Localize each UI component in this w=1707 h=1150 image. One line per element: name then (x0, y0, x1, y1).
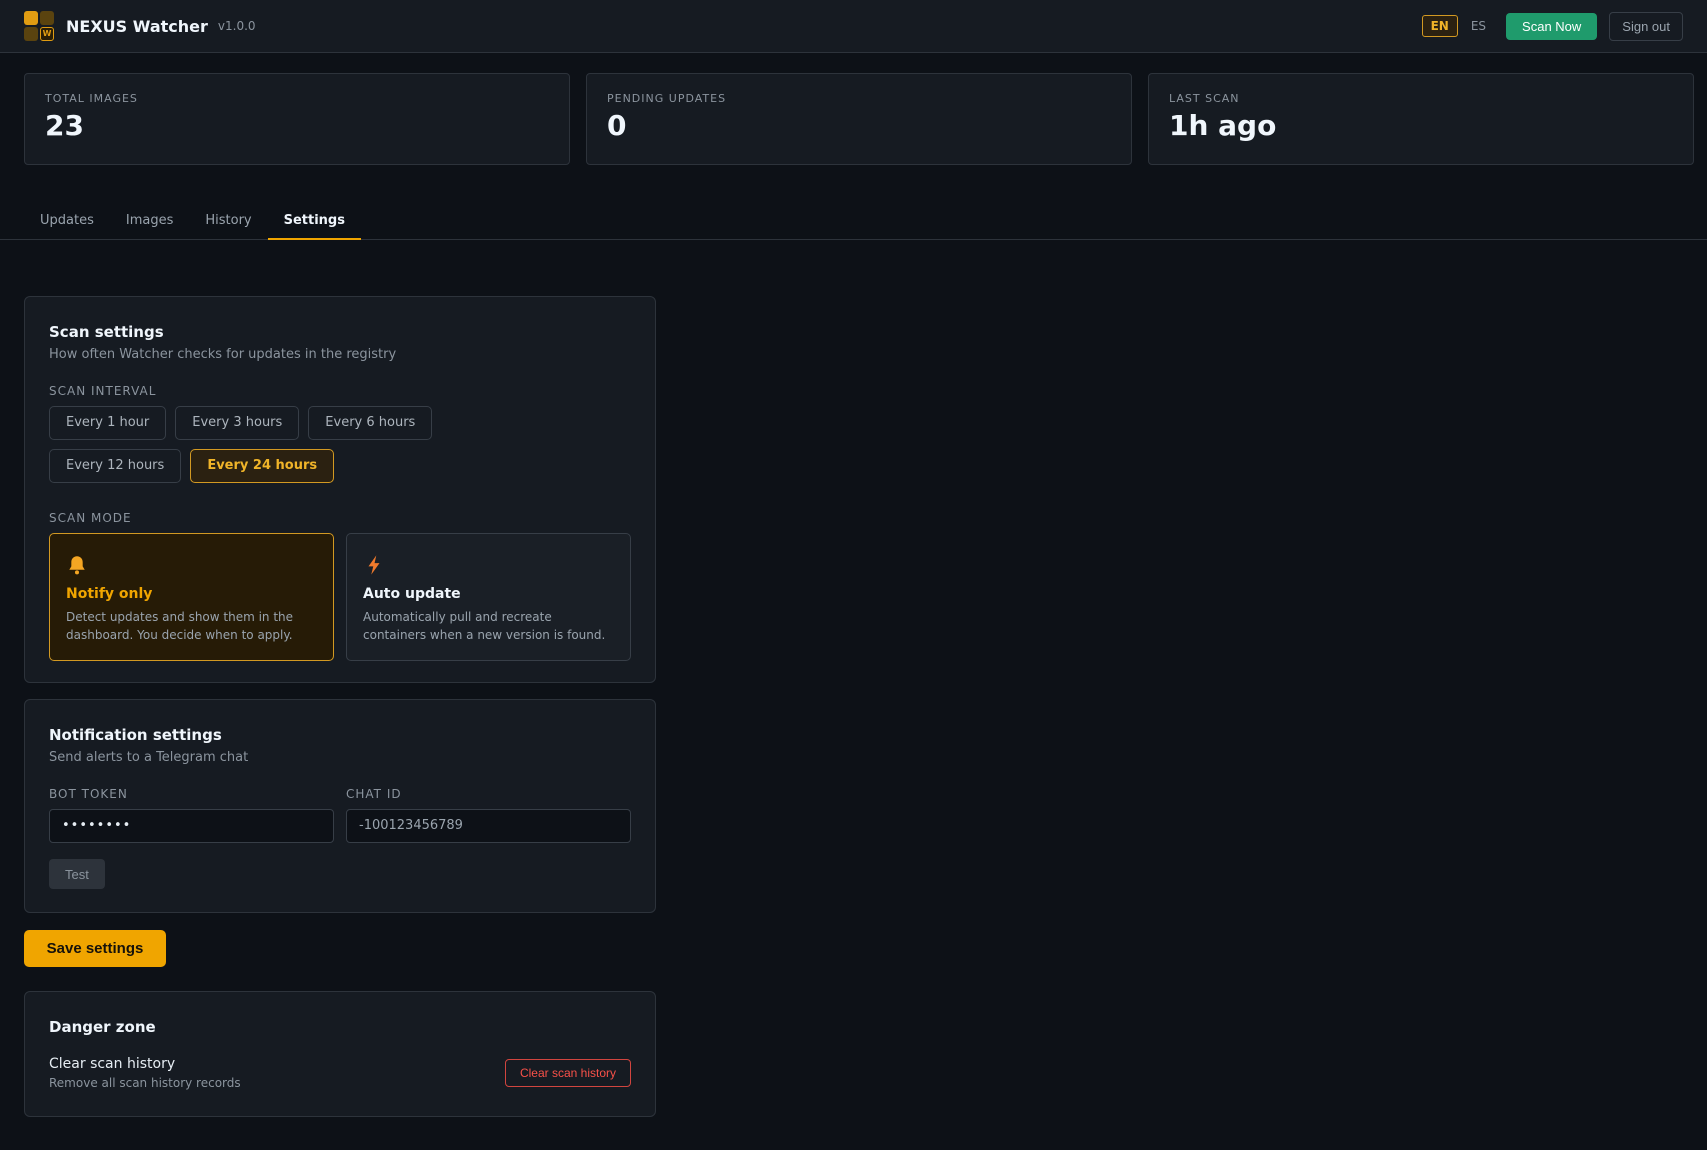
notification-settings-card: Notification settings Send alerts to a T… (24, 699, 656, 913)
chat-id-label: CHAT ID (346, 787, 402, 801)
stat-label: PENDING UPDATES (607, 92, 727, 105)
interval-option-24h[interactable]: Every 24 hours (190, 449, 335, 483)
app-version: v1.0.0 (217, 19, 256, 33)
save-settings-button[interactable]: Save settings (24, 930, 166, 967)
card-title: Notification settings (49, 726, 222, 744)
card-subtitle: How often Watcher checks for updates in … (49, 347, 397, 362)
card-title: Scan settings (49, 323, 164, 341)
main-tabs: Updates Images History Settings (0, 204, 1707, 240)
danger-item: Clear scan history Remove all scan histo… (49, 1056, 631, 1090)
interval-option-12h[interactable]: Every 12 hours (49, 449, 182, 483)
test-notification-button[interactable]: Test (49, 859, 105, 889)
bot-token-field[interactable]: •••••••• (49, 809, 334, 843)
danger-item-text: Clear scan history Remove all scan histo… (49, 1056, 241, 1090)
stat-card-total-images: TOTAL IMAGES 23 (24, 73, 570, 165)
chat-id-group: CHAT ID -100123456789 (346, 787, 631, 843)
stat-value: 1h ago (1169, 109, 1277, 142)
scan-settings-card: Scan settings How often Watcher checks f… (24, 296, 656, 683)
stat-value: 23 (45, 109, 84, 142)
language-en-button[interactable]: EN (1421, 15, 1458, 37)
scan-interval-label: SCAN INTERVAL (49, 384, 157, 398)
tab-images[interactable]: Images (110, 204, 190, 240)
chat-id-field[interactable]: -100123456789 (346, 809, 631, 843)
mode-option-auto-update[interactable]: Auto update Automatically pull and recre… (346, 533, 631, 661)
mode-description: Detect updates and show them in the dash… (66, 610, 294, 642)
scan-interval-options: Every 1 hour Every 3 hours Every 6 hours… (49, 406, 569, 483)
tab-history[interactable]: History (189, 204, 267, 240)
mode-option-notify-only[interactable]: Notify only Detect updates and show them… (49, 533, 334, 661)
tab-updates[interactable]: Updates (24, 204, 110, 240)
sign-out-button[interactable]: Sign out (1609, 11, 1683, 41)
scan-now-button[interactable]: Scan Now (1506, 12, 1598, 40)
card-subtitle: Send alerts to a Telegram chat (49, 750, 249, 765)
interval-option-6h[interactable]: Every 6 hours (308, 406, 433, 440)
nexus-logo-icon: W (24, 11, 54, 41)
stat-value: 0 (607, 109, 627, 142)
interval-option-3h[interactable]: Every 3 hours (175, 406, 300, 440)
mode-description: Automatically pull and recreate containe… (363, 610, 606, 642)
clear-scan-history-button[interactable]: Clear scan history (504, 1059, 631, 1087)
lightning-icon (368, 555, 380, 575)
card-title: Danger zone (49, 1018, 156, 1036)
stat-label: LAST SCAN (1169, 92, 1240, 105)
mode-title: Auto update (363, 586, 461, 602)
scan-mode-options: Notify only Detect updates and show them… (49, 533, 631, 661)
stat-card-pending-updates: PENDING UPDATES 0 (586, 73, 1132, 165)
scan-mode-label: SCAN MODE (49, 511, 132, 525)
tab-settings[interactable]: Settings (267, 204, 361, 240)
app-title: NEXUS Watcher (66, 16, 208, 36)
stat-card-last-scan: LAST SCAN 1h ago (1148, 73, 1694, 165)
stat-label: TOTAL IMAGES (45, 92, 138, 105)
danger-item-description: Remove all scan history records (49, 1076, 241, 1090)
top-bar: W NEXUS Watcher v1.0.0 EN ES Scan Now Si… (0, 0, 1707, 53)
danger-item-name: Clear scan history (49, 1056, 176, 1072)
bot-token-group: BOT TOKEN •••••••• (49, 787, 334, 843)
bell-icon (69, 556, 85, 575)
telegram-fields: BOT TOKEN •••••••• CHAT ID -100123456789 (49, 787, 631, 843)
language-es-button[interactable]: ES (1471, 19, 1486, 33)
mode-title: Notify only (66, 586, 153, 602)
bot-token-label: BOT TOKEN (49, 787, 128, 801)
header-actions: EN ES Scan Now Sign out (1421, 11, 1683, 41)
interval-option-1h[interactable]: Every 1 hour (49, 406, 167, 440)
danger-zone-card: Danger zone Clear scan history Remove al… (24, 991, 656, 1117)
